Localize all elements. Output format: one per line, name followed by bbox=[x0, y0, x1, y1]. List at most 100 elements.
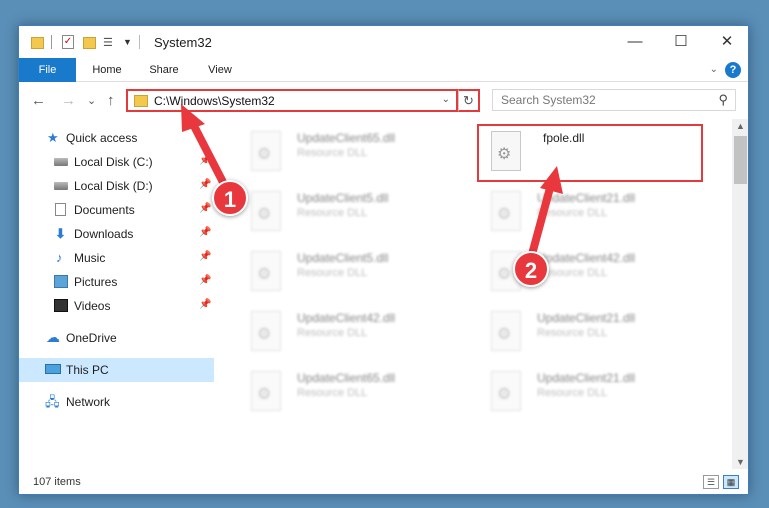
maximize-button[interactable]: ☐ bbox=[658, 26, 704, 58]
scroll-down-icon[interactable]: ▼ bbox=[736, 457, 745, 467]
documents-icon bbox=[55, 203, 66, 216]
search-placeholder: Search System32 bbox=[501, 93, 596, 107]
folder-icon bbox=[31, 37, 44, 49]
list-item[interactable]: UpdateClient21.dll Resource DLL bbox=[479, 185, 703, 239]
help-icon[interactable]: ? bbox=[725, 62, 741, 78]
expand-ribbon-chevron-icon[interactable]: ⌄ bbox=[710, 64, 718, 75]
pin-icon: 📌 bbox=[199, 179, 212, 190]
file-explorer-window: ✓ ☰ ▼ System32 — ☐ ✕ File Home Share Vie… bbox=[18, 25, 749, 495]
file-name: UpdateClient42.dll bbox=[537, 251, 636, 265]
sidebar-item-onedrive[interactable]: ☁ OneDrive bbox=[19, 326, 214, 350]
download-icon: ⬇ bbox=[55, 226, 66, 241]
sidebar-item-videos[interactable]: Videos 📌 bbox=[19, 294, 214, 318]
tab-view[interactable]: View bbox=[195, 58, 245, 82]
disk-icon bbox=[54, 182, 68, 190]
sidebar-item-label: This PC bbox=[66, 363, 109, 377]
sidebar-item-network[interactable]: 🖧 Network bbox=[19, 390, 214, 414]
network-icon: 🖧 bbox=[45, 394, 60, 409]
vertical-scrollbar[interactable]: ▲ ▼ bbox=[732, 119, 748, 469]
pin-icon: 📌 bbox=[199, 299, 212, 310]
customize-toolbar-dropdown-icon[interactable]: ▼ bbox=[123, 37, 132, 53]
file-name: UpdateClient65.dll bbox=[297, 131, 396, 145]
sidebar-item-label: Quick access bbox=[66, 131, 138, 145]
sidebar-item-label: Documents bbox=[74, 203, 135, 217]
divider bbox=[51, 35, 52, 49]
scroll-thumb[interactable] bbox=[734, 136, 747, 184]
tab-home[interactable]: Home bbox=[81, 58, 133, 82]
file-type: Resource DLL bbox=[537, 207, 608, 219]
sidebar-item-label: OneDrive bbox=[66, 331, 117, 345]
tiles-view-icon[interactable]: ▦ bbox=[723, 475, 739, 489]
sidebar-item-downloads[interactable]: ⬇ Downloads 📌 bbox=[19, 222, 214, 246]
file-type: Resource DLL bbox=[297, 327, 368, 339]
list-item[interactable]: UpdateClient5.dll Resource DLL bbox=[239, 245, 463, 299]
navigation-pane: ★ Quick access Local Disk (C:) 📌 Local D… bbox=[19, 119, 214, 459]
back-button[interactable]: ← bbox=[31, 92, 46, 109]
sidebar-item-documents[interactable]: Documents 📌 bbox=[19, 198, 214, 222]
sidebar-item-local-disk-d[interactable]: Local Disk (D:) 📌 bbox=[19, 174, 214, 198]
tab-share[interactable]: Share bbox=[138, 58, 190, 82]
window-title: System32 bbox=[154, 35, 212, 50]
pin-icon: 📌 bbox=[199, 203, 212, 214]
file-name: UpdateClient5.dll bbox=[297, 251, 389, 265]
recent-locations-dropdown[interactable]: ⌄ bbox=[87, 94, 96, 107]
folder-icon bbox=[134, 95, 148, 107]
scroll-up-icon[interactable]: ▲ bbox=[736, 121, 745, 131]
pc-icon bbox=[45, 364, 61, 374]
sidebar-item-label: Music bbox=[74, 251, 106, 265]
refresh-button[interactable]: ↻ bbox=[458, 89, 480, 112]
music-icon: ♪ bbox=[56, 250, 63, 265]
sidebar-item-local-disk-c[interactable]: Local Disk (C:) 📌 bbox=[19, 150, 214, 174]
close-button[interactable]: ✕ bbox=[704, 26, 748, 58]
file-type: Resource DLL bbox=[537, 327, 608, 339]
pictures-icon bbox=[54, 275, 68, 288]
star-icon: ★ bbox=[47, 130, 59, 145]
chevron-down-icon[interactable]: ⌄ bbox=[442, 94, 450, 105]
video-icon bbox=[54, 299, 68, 312]
file-list: UpdateClient65.dll Resource DLL UpdateCl… bbox=[229, 119, 729, 464]
sidebar-item-this-pc[interactable]: This PC bbox=[19, 358, 214, 382]
view-options-icon[interactable]: ☰ bbox=[103, 37, 117, 49]
file-type: Resource DLL bbox=[297, 267, 368, 279]
file-name: UpdateClient42.dll bbox=[297, 311, 396, 325]
list-item[interactable]: UpdateClient21.dll Resource DLL bbox=[479, 365, 703, 419]
sidebar-item-music[interactable]: ♪ Music 📌 bbox=[19, 246, 214, 270]
search-input[interactable]: Search System32 ⚲ bbox=[492, 89, 736, 111]
address-path[interactable]: C:\Windows\System32 bbox=[154, 94, 275, 108]
file-type: Resource DLL bbox=[297, 387, 368, 399]
step-badge-2: 2 bbox=[513, 251, 549, 287]
pin-icon: 📌 bbox=[199, 227, 212, 238]
list-item[interactable]: UpdateClient65.dll Resource DLL bbox=[239, 365, 463, 419]
search-icon[interactable]: ⚲ bbox=[718, 92, 728, 108]
forward-button[interactable]: → bbox=[61, 92, 76, 109]
up-button[interactable]: ↑ bbox=[107, 92, 115, 109]
tab-file[interactable]: File bbox=[19, 58, 76, 82]
list-item[interactable]: UpdateClient5.dll Resource DLL bbox=[239, 185, 463, 239]
sidebar-item-label: Local Disk (C:) bbox=[74, 155, 153, 169]
sidebar-item-label: Network bbox=[66, 395, 111, 409]
properties-icon[interactable]: ✓ bbox=[62, 35, 74, 49]
file-type: Resource DLL bbox=[537, 387, 608, 399]
dll-file-icon bbox=[491, 371, 521, 411]
file-type: Resource DLL bbox=[297, 207, 368, 219]
ribbon-tabs: File Home Share View ⌄ ? bbox=[19, 58, 748, 82]
sidebar-item-pictures[interactable]: Pictures 📌 bbox=[19, 270, 214, 294]
pin-icon: 📌 bbox=[199, 155, 212, 166]
list-item[interactable]: UpdateClient42.dll Resource DLL bbox=[239, 305, 463, 359]
details-view-icon[interactable]: ☰ bbox=[703, 475, 719, 489]
dll-file-icon bbox=[251, 251, 281, 291]
sidebar-item-quick-access[interactable]: ★ Quick access bbox=[19, 126, 214, 150]
disk-icon bbox=[54, 158, 68, 166]
pin-icon: 📌 bbox=[199, 251, 212, 262]
address-bar[interactable]: C:\Windows\System32 ⌄ bbox=[126, 89, 458, 112]
new-folder-icon[interactable] bbox=[83, 37, 96, 49]
list-item[interactable]: UpdateClient21.dll Resource DLL bbox=[479, 305, 703, 359]
minimize-button[interactable]: — bbox=[612, 26, 658, 58]
list-item[interactable]: UpdateClient65.dll Resource DLL bbox=[239, 125, 463, 179]
sidebar-item-label: Videos bbox=[74, 299, 111, 313]
status-bar: 107 items ☰ ▦ bbox=[19, 470, 748, 494]
file-type: Resource DLL bbox=[297, 147, 368, 159]
file-name: UpdateClient65.dll bbox=[297, 371, 396, 385]
dll-file-icon bbox=[491, 191, 521, 231]
file-name: UpdateClient21.dll bbox=[537, 371, 636, 385]
